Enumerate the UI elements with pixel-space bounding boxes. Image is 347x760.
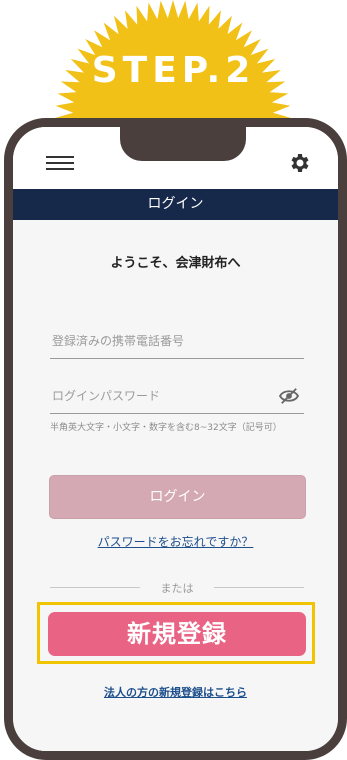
corporate-signup-link[interactable]: 法人の方の新規登録はこちら [13, 684, 338, 700]
password-input[interactable] [50, 379, 279, 413]
eye-off-icon[interactable] [278, 387, 300, 405]
hamburger-menu-icon[interactable] [46, 156, 74, 170]
phone-frame: ログイン ようこそ、会津財布へ 半角英大文字・小文字・数字を含む8~32文字（記… [4, 118, 347, 760]
login-content: ようこそ、会津財布へ 半角英大文字・小文字・数字を含む8~32文字（記号可） ロ… [13, 220, 338, 751]
welcome-heading: ようこそ、会津財布へ [110, 256, 241, 271]
phone-number-field [50, 324, 304, 359]
new-signup-button[interactable]: 新規登録 [48, 612, 306, 656]
password-hint: 半角英大文字・小文字・数字を含む8~32文字（記号可） [50, 423, 282, 433]
divider-text: または [160, 582, 194, 595]
step-title: STEP.2 [91, 50, 256, 91]
page-title: ログイン [147, 196, 204, 212]
phone-notch [120, 127, 246, 161]
password-field [50, 379, 304, 414]
forgot-password-link[interactable]: パスワードをお忘れですか？ [13, 533, 338, 550]
or-divider: または [50, 580, 304, 595]
gear-icon[interactable] [287, 151, 311, 175]
phone-number-input[interactable] [50, 324, 279, 358]
nav-title-bar: ログイン [13, 189, 338, 220]
login-button[interactable]: ログイン [49, 475, 306, 519]
